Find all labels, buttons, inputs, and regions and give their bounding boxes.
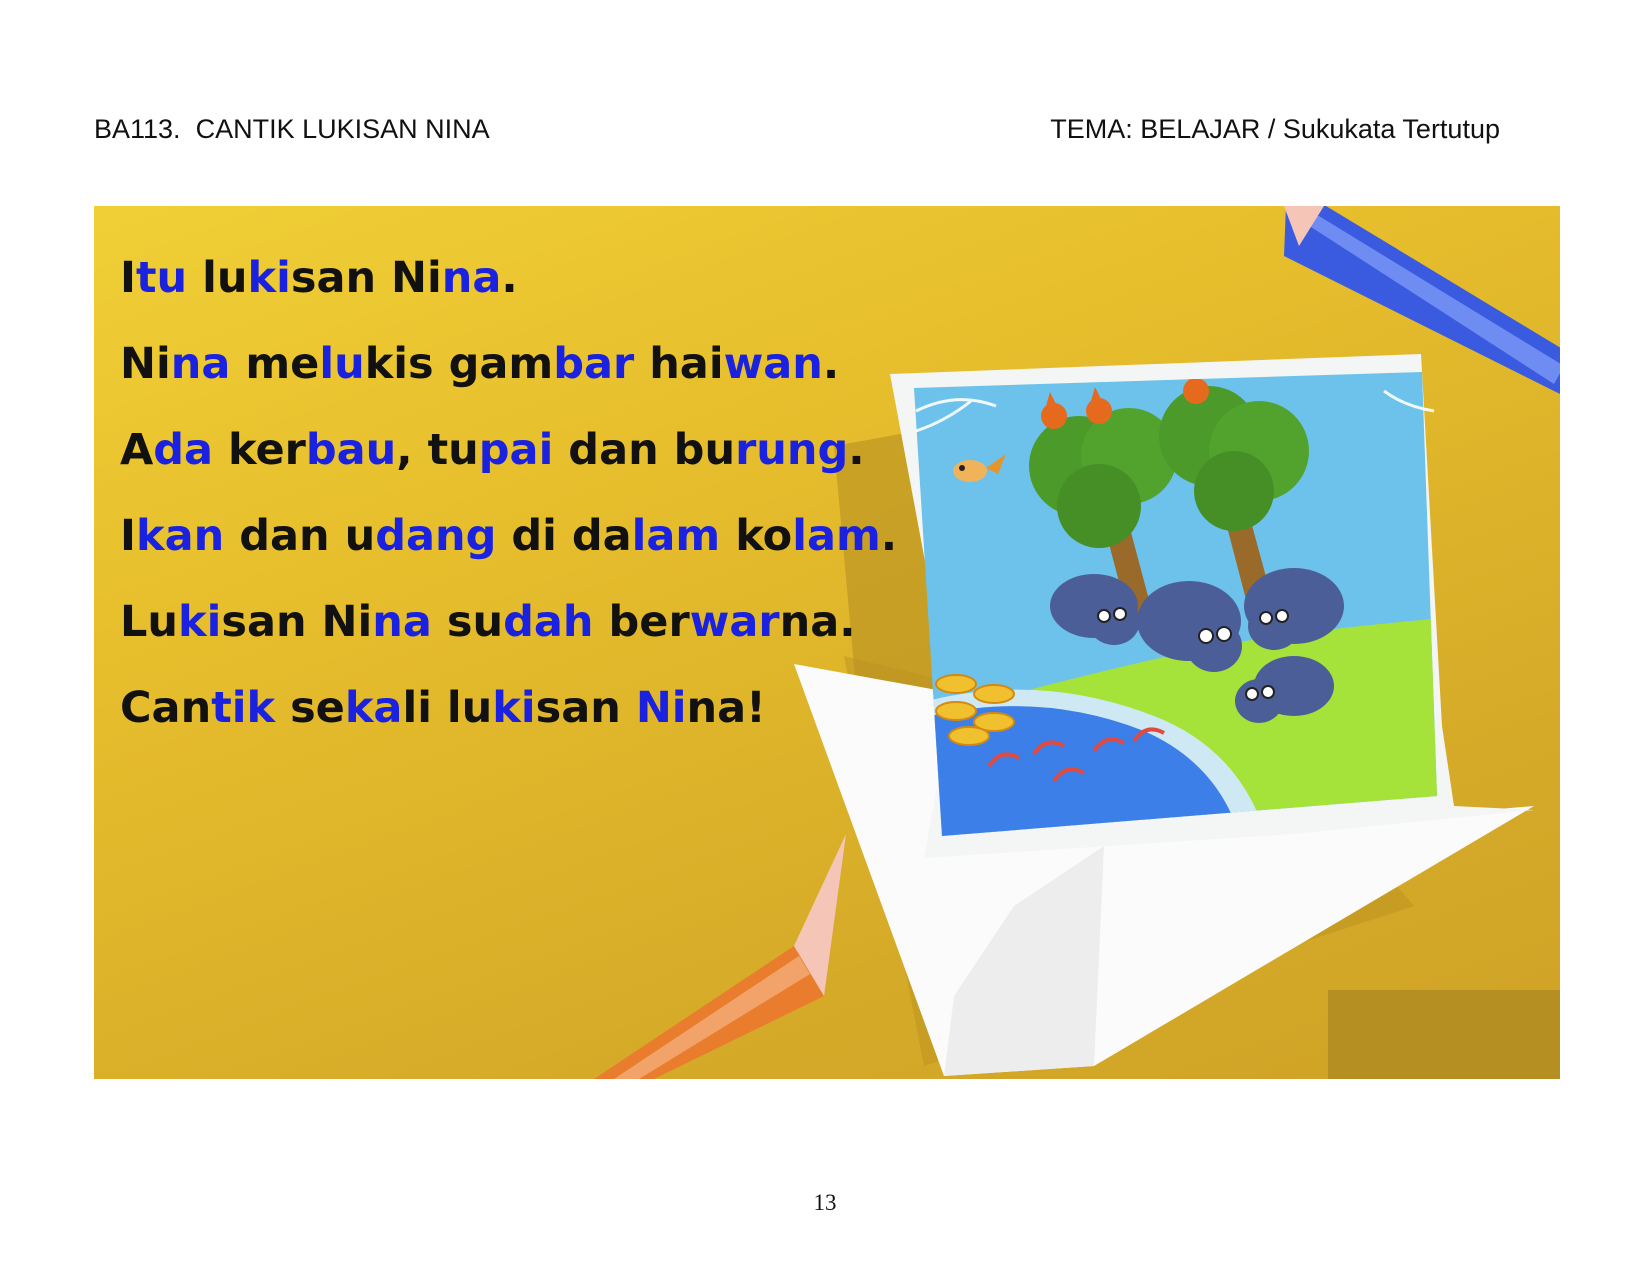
story-line-4: Ikan dan udang di dalam kolam. bbox=[120, 506, 897, 592]
syllable-highlight: kan bbox=[136, 511, 225, 561]
story-line-5: Lukisan Nina sudah berwarna. bbox=[120, 592, 897, 678]
syllable-highlight: pai bbox=[478, 425, 554, 475]
syllable: ko bbox=[720, 511, 793, 561]
syllable: I bbox=[120, 511, 136, 561]
syllable: san Ni bbox=[221, 597, 373, 647]
syllable: se bbox=[275, 683, 345, 733]
theme-label: TEMA: BELAJAR / Sukukata Tertutup bbox=[1050, 114, 1500, 144]
syllable-highlight: na bbox=[170, 339, 231, 389]
syllable: li lu bbox=[402, 683, 493, 733]
syllable-highlight: Ni bbox=[635, 683, 687, 733]
syllable-highlight: bar bbox=[553, 339, 635, 389]
page-number: 13 bbox=[813, 1190, 837, 1215]
syllable: ker bbox=[213, 425, 306, 475]
animal-drawing-icon bbox=[890, 354, 1534, 858]
syllable: hai bbox=[634, 339, 724, 389]
syllable: kis gam bbox=[364, 339, 554, 389]
syllable-highlight: bau bbox=[305, 425, 397, 475]
syllable-highlight: na bbox=[441, 253, 502, 303]
syllable-highlight: lu bbox=[319, 339, 365, 389]
story-line-3: Ada kerbau, tupai dan burung. bbox=[120, 420, 897, 506]
syllable: . bbox=[880, 511, 898, 561]
syllable-highlight: na bbox=[372, 597, 432, 647]
syllable-highlight: da bbox=[153, 425, 214, 475]
story-line-2: Nina melukis gambar haiwan. bbox=[120, 334, 897, 420]
syllable-highlight: tik bbox=[211, 683, 276, 733]
syllable-highlight: dah bbox=[503, 597, 594, 647]
syllable-highlight: war bbox=[689, 597, 780, 647]
syllable-highlight: ka bbox=[344, 683, 403, 733]
syllable: . bbox=[501, 253, 518, 303]
syllable-highlight: lam bbox=[631, 511, 721, 561]
syllable: A bbox=[120, 425, 154, 475]
document-title: BA113. CANTIK LUKISAN NINA bbox=[94, 114, 490, 144]
syllable-highlight: ki bbox=[247, 253, 291, 303]
syllable: Ni bbox=[120, 339, 171, 389]
syllable-highlight: ki bbox=[492, 683, 536, 733]
syllable-highlight: ki bbox=[178, 597, 222, 647]
syllable: su bbox=[431, 597, 504, 647]
corner-shade bbox=[1328, 990, 1560, 1079]
syllable: san Ni bbox=[290, 253, 442, 303]
syllable-highlight: rung bbox=[735, 425, 849, 475]
syllable: dan u bbox=[224, 511, 376, 561]
syllable: I bbox=[120, 253, 136, 303]
story-lines: Itu lukisan Nina. Nina melukis gambar ha… bbox=[120, 248, 897, 764]
syllable-highlight: wan bbox=[723, 339, 823, 389]
story-panel: Itu lukisan Nina. Nina melukis gambar ha… bbox=[94, 206, 1560, 1079]
story-line-6: Cantik sekali lukisan Nina! bbox=[120, 678, 897, 764]
syllable: . bbox=[822, 339, 840, 389]
syllable: Can bbox=[120, 683, 212, 733]
syllable: . bbox=[848, 425, 865, 475]
syllable: lu bbox=[187, 253, 248, 303]
syllable-highlight: tu bbox=[136, 253, 188, 303]
syllable: , tu bbox=[396, 425, 479, 475]
syllable: ber bbox=[593, 597, 690, 647]
syllable-highlight: lam bbox=[792, 511, 881, 561]
syllable: me bbox=[230, 339, 320, 389]
orange-pencil-icon bbox=[594, 834, 846, 1079]
syllable-highlight: dang bbox=[375, 511, 497, 561]
syllable: san bbox=[535, 683, 636, 733]
story-line-1: Itu lukisan Nina. bbox=[120, 248, 897, 334]
syllable: dan bu bbox=[553, 425, 736, 475]
syllable: na! bbox=[686, 683, 766, 733]
syllable: Lu bbox=[120, 597, 179, 647]
syllable: na. bbox=[779, 597, 856, 647]
syllable: di da bbox=[496, 511, 632, 561]
